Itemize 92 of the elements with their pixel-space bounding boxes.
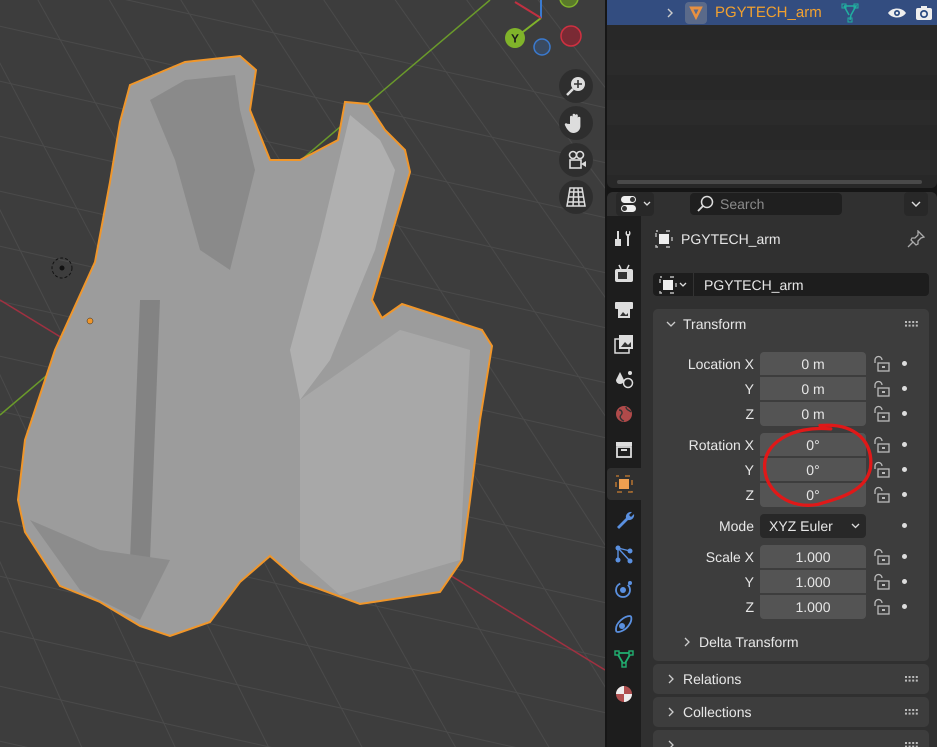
pin-icon[interactable] (907, 230, 925, 248)
keyframe-dot[interactable] (902, 554, 907, 559)
mesh-icon[interactable] (685, 2, 707, 24)
hand-icon[interactable] (559, 106, 593, 140)
keyframe-dot[interactable] (902, 361, 907, 366)
number-field[interactable]: 0° (760, 432, 866, 456)
vertex-group-icon[interactable] (841, 2, 859, 22)
grip-icon[interactable] (905, 742, 919, 747)
field-label: Location X (688, 356, 754, 372)
origin-dot (86, 318, 94, 324)
search-icon[interactable] (696, 195, 714, 213)
mesh-model-drawing[interactable] (16, 54, 494, 638)
axis-gizmo[interactable]: Y (505, 0, 582, 56)
number-field[interactable]: 0 m (760, 402, 866, 426)
world-icon[interactable] (613, 403, 635, 425)
field-label: Y (744, 462, 754, 478)
editor-type-dropdown[interactable] (616, 192, 654, 216)
object-icon (655, 230, 673, 248)
keyframe-dot[interactable] (902, 579, 907, 584)
search-field[interactable]: Search (690, 193, 842, 215)
search-input[interactable]: Search (720, 194, 838, 214)
grid-icon[interactable] (559, 180, 593, 214)
panel-title: Transform (683, 316, 746, 332)
lock-icon[interactable] (872, 598, 890, 616)
lock-icon[interactable] (872, 404, 890, 422)
field-label: Y (744, 574, 754, 590)
panel-title: Relations (683, 671, 742, 687)
number-field[interactable]: 1.000 (760, 594, 866, 618)
camera-icon[interactable] (559, 143, 593, 177)
camera-icon[interactable] (915, 4, 933, 20)
options-dropdown[interactable] (904, 192, 928, 216)
grip-icon[interactable] (905, 676, 919, 682)
grip-icon[interactable] (905, 321, 919, 327)
number-field[interactable]: 0° (760, 458, 866, 482)
constraints-icon[interactable] (613, 613, 635, 635)
object-icon[interactable] (659, 276, 677, 294)
number-field[interactable]: 0 m (760, 352, 866, 376)
subpanel-header[interactable]: Delta Transform (653, 629, 929, 655)
eye-icon[interactable] (887, 6, 907, 20)
object-name-field[interactable]: PGYTECH_arm (653, 273, 929, 296)
particles-icon[interactable] (613, 543, 635, 565)
physics-icon[interactable] (613, 578, 635, 600)
outliner-row[interactable]: PGYTECH_arm (607, 0, 937, 25)
panel-header[interactable]: Relations (653, 664, 929, 694)
panel-title: Collections (683, 704, 752, 720)
3d-viewport[interactable]: Y (0, 0, 605, 747)
number-field[interactable]: 1.000 (760, 544, 866, 568)
object-name: PGYTECH_arm (681, 231, 781, 247)
field-label: Scale X (706, 548, 754, 564)
lock-icon[interactable] (872, 548, 890, 566)
lock-icon[interactable] (872, 460, 890, 478)
caret-icon[interactable] (851, 522, 860, 528)
field-label: Z (745, 486, 754, 502)
caret-icon[interactable] (642, 201, 650, 207)
field-label: Z (745, 406, 754, 422)
lock-icon[interactable] (872, 380, 890, 398)
render-icon[interactable] (613, 263, 635, 285)
caret-icon[interactable] (679, 282, 687, 288)
field-label: Rotation X (688, 436, 754, 452)
data-icon[interactable] (613, 648, 635, 670)
lock-icon[interactable] (872, 436, 890, 454)
scene-icon[interactable] (613, 368, 635, 390)
grip-icon[interactable] (905, 709, 919, 715)
number-field[interactable]: 1.000 (760, 570, 866, 594)
lock-icon[interactable] (872, 572, 890, 590)
field-label: Mode (718, 518, 754, 534)
subpanel-title: Delta Transform (699, 634, 799, 650)
caret-icon[interactable] (911, 200, 921, 208)
number-field[interactable]: 0 m (760, 376, 866, 400)
object-name[interactable]: PGYTECH_arm (715, 4, 833, 21)
scrollbar[interactable] (617, 180, 922, 184)
keyframe-dot[interactable] (902, 604, 907, 609)
panel-header[interactable]: Transform (653, 309, 929, 339)
field-label: Z (745, 598, 754, 614)
lock-icon[interactable] (872, 354, 890, 372)
keyframe-dot[interactable] (902, 492, 907, 497)
object-icon[interactable] (613, 473, 635, 495)
object-tab[interactable] (607, 468, 641, 500)
lock-icon[interactable] (872, 486, 890, 504)
keyframe-dot[interactable] (902, 386, 907, 391)
view-layer-icon[interactable] (613, 333, 635, 355)
field-label: Y (744, 380, 754, 396)
keyframe-dot[interactable] (902, 467, 907, 472)
keyframe-dot[interactable] (902, 523, 907, 528)
dropdown-value: XYZ Euler (769, 518, 833, 534)
material-icon[interactable] (613, 683, 635, 705)
panel-header[interactable]: Collections (653, 697, 929, 727)
mode-dropdown[interactable]: XYZ Euler (760, 514, 866, 538)
keyframe-dot[interactable] (902, 411, 907, 416)
chevron-icon[interactable] (665, 6, 675, 18)
zoom-icon[interactable] (559, 69, 593, 103)
keyframe-dot[interactable] (902, 442, 907, 447)
